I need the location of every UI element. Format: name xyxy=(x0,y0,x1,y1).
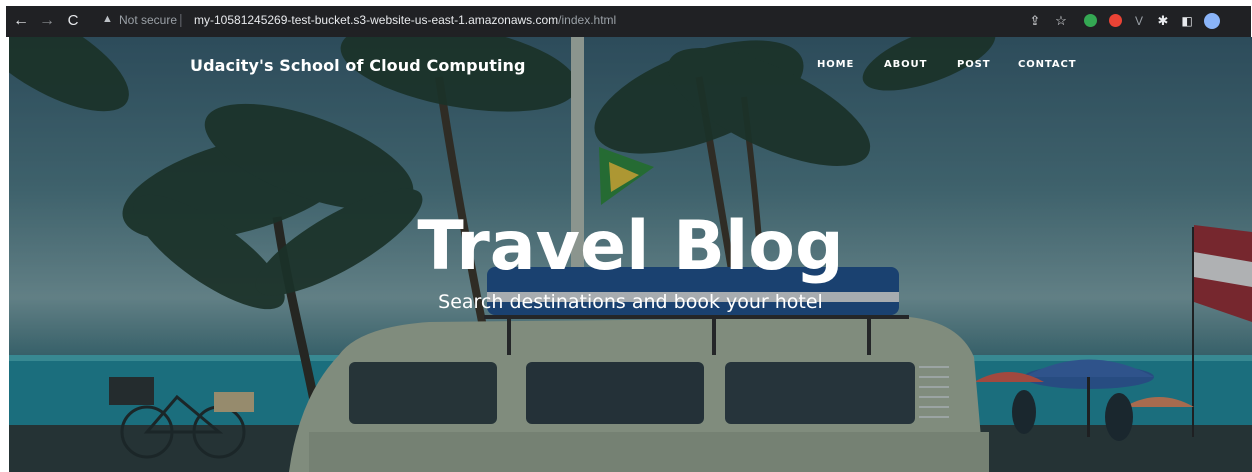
reload-icon[interactable]: C xyxy=(64,11,82,31)
forward-arrow-icon[interactable]: → xyxy=(38,11,56,31)
browser-toolbar: ← → C ▲ Not secure | my-10581245269-test… xyxy=(6,6,1251,37)
warning-icon: ▲ xyxy=(102,13,113,25)
url-host: my-10581245269-test-bucket.s3-website-us… xyxy=(194,13,559,27)
grammarly-extension-icon[interactable] xyxy=(1084,14,1097,27)
share-icon[interactable]: ⇪ xyxy=(1026,11,1044,31)
security-label: Not secure xyxy=(119,13,178,27)
back-arrow-icon[interactable]: ← xyxy=(12,11,30,31)
hero-title: Travel Blog xyxy=(417,207,844,286)
url-path: /index.html xyxy=(558,13,617,27)
bookmark-star-icon[interactable]: ☆ xyxy=(1052,11,1070,31)
nav-contact[interactable]: CONTACT xyxy=(1018,59,1076,70)
side-panel-icon[interactable]: ◧ xyxy=(1178,11,1196,31)
profile-avatar[interactable] xyxy=(1204,13,1220,29)
browser-window: ← → C ▲ Not secure | my-10581245269-test… xyxy=(0,0,1252,472)
address-bar[interactable]: ▲ Not secure | my-10581245269-test-bucke… xyxy=(102,9,1021,34)
nav-post[interactable]: POST xyxy=(957,59,990,70)
address-separator: | xyxy=(179,11,183,27)
hero-subtitle: Search destinations and book your hotel xyxy=(438,291,823,313)
hero-header: Udacity's School of Cloud Computing HOME… xyxy=(9,37,1252,472)
vue-extension-icon[interactable]: V xyxy=(1130,11,1148,31)
nav-about[interactable]: ABOUT xyxy=(884,59,927,70)
url-text[interactable]: my-10581245269-test-bucket.s3-website-us… xyxy=(194,13,616,27)
extensions-puzzle-icon[interactable]: ✱ xyxy=(1154,11,1172,31)
site-brand[interactable]: Udacity's School of Cloud Computing xyxy=(190,56,526,75)
extension-red-icon[interactable] xyxy=(1109,14,1122,27)
nav-home[interactable]: HOME xyxy=(817,59,854,70)
